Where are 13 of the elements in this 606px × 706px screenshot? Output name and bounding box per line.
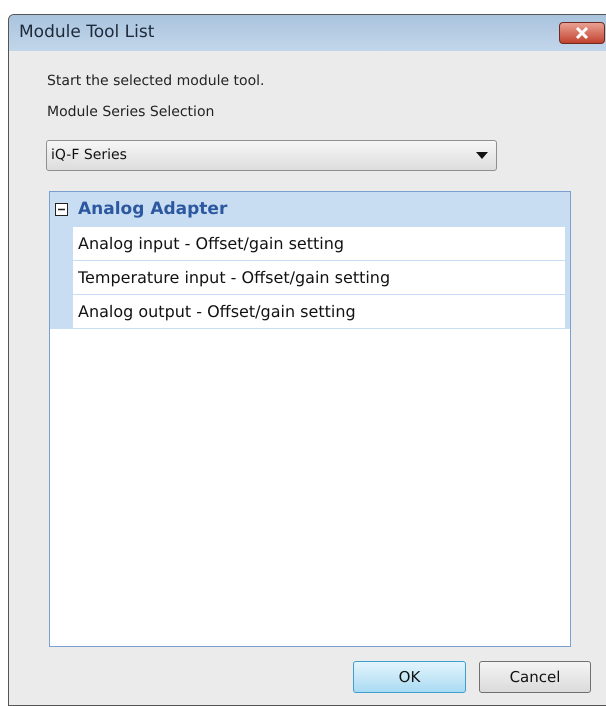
series-label: Module Series Selection [47,103,214,122]
tree-item[interactable]: Analog output - Offset/gain setting [73,295,565,329]
close-button[interactable] [559,22,605,44]
dropdown-arrow-icon [476,152,488,159]
tree-item[interactable]: Temperature input - Offset/gain setting [73,261,565,295]
window-title: Module Tool List [19,21,154,44]
tree-item[interactable]: Analog input - Offset/gain setting [73,227,565,261]
series-dropdown[interactable]: iQ-F Series [46,140,497,171]
collapse-icon[interactable] [55,203,68,216]
close-icon [575,27,589,39]
instruction-text: Start the selected module tool. [47,72,264,91]
cancel-button[interactable]: Cancel [479,661,591,693]
ok-button[interactable]: OK [353,661,466,693]
